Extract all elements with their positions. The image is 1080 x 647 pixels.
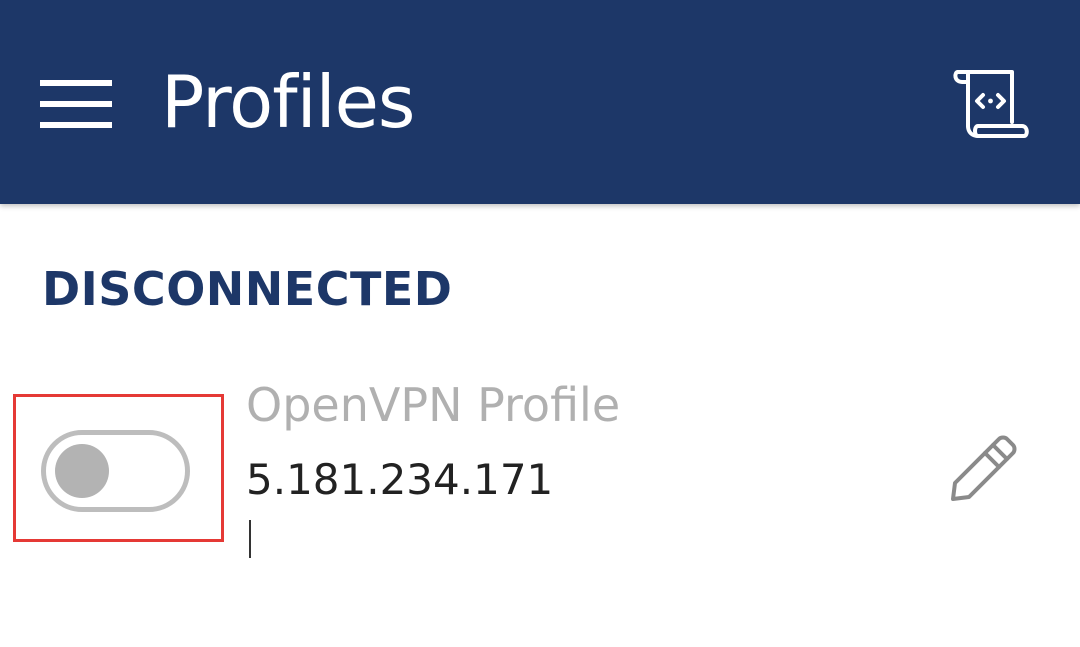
- connection-toggle-switch[interactable]: [41, 430, 190, 512]
- hamburger-menu-icon[interactable]: [40, 80, 112, 128]
- text-cursor: [249, 520, 251, 558]
- connection-status-header: DISCONNECTED: [42, 262, 453, 316]
- profile-server-address: 5.181.234.171: [246, 455, 554, 504]
- app-screen: Profiles DISCONNECTED OpenVPN Profile 5.…: [0, 0, 1080, 647]
- profile-name: OpenVPN Profile: [246, 378, 621, 432]
- page-title: Profiles: [161, 60, 415, 144]
- pencil-icon[interactable]: [945, 435, 1021, 505]
- profile-list-item: OpenVPN Profile 5.181.234.171: [0, 370, 1080, 590]
- toggle-knob: [55, 444, 109, 498]
- code-scroll-icon[interactable]: [950, 64, 1030, 140]
- app-toolbar: Profiles: [0, 0, 1080, 204]
